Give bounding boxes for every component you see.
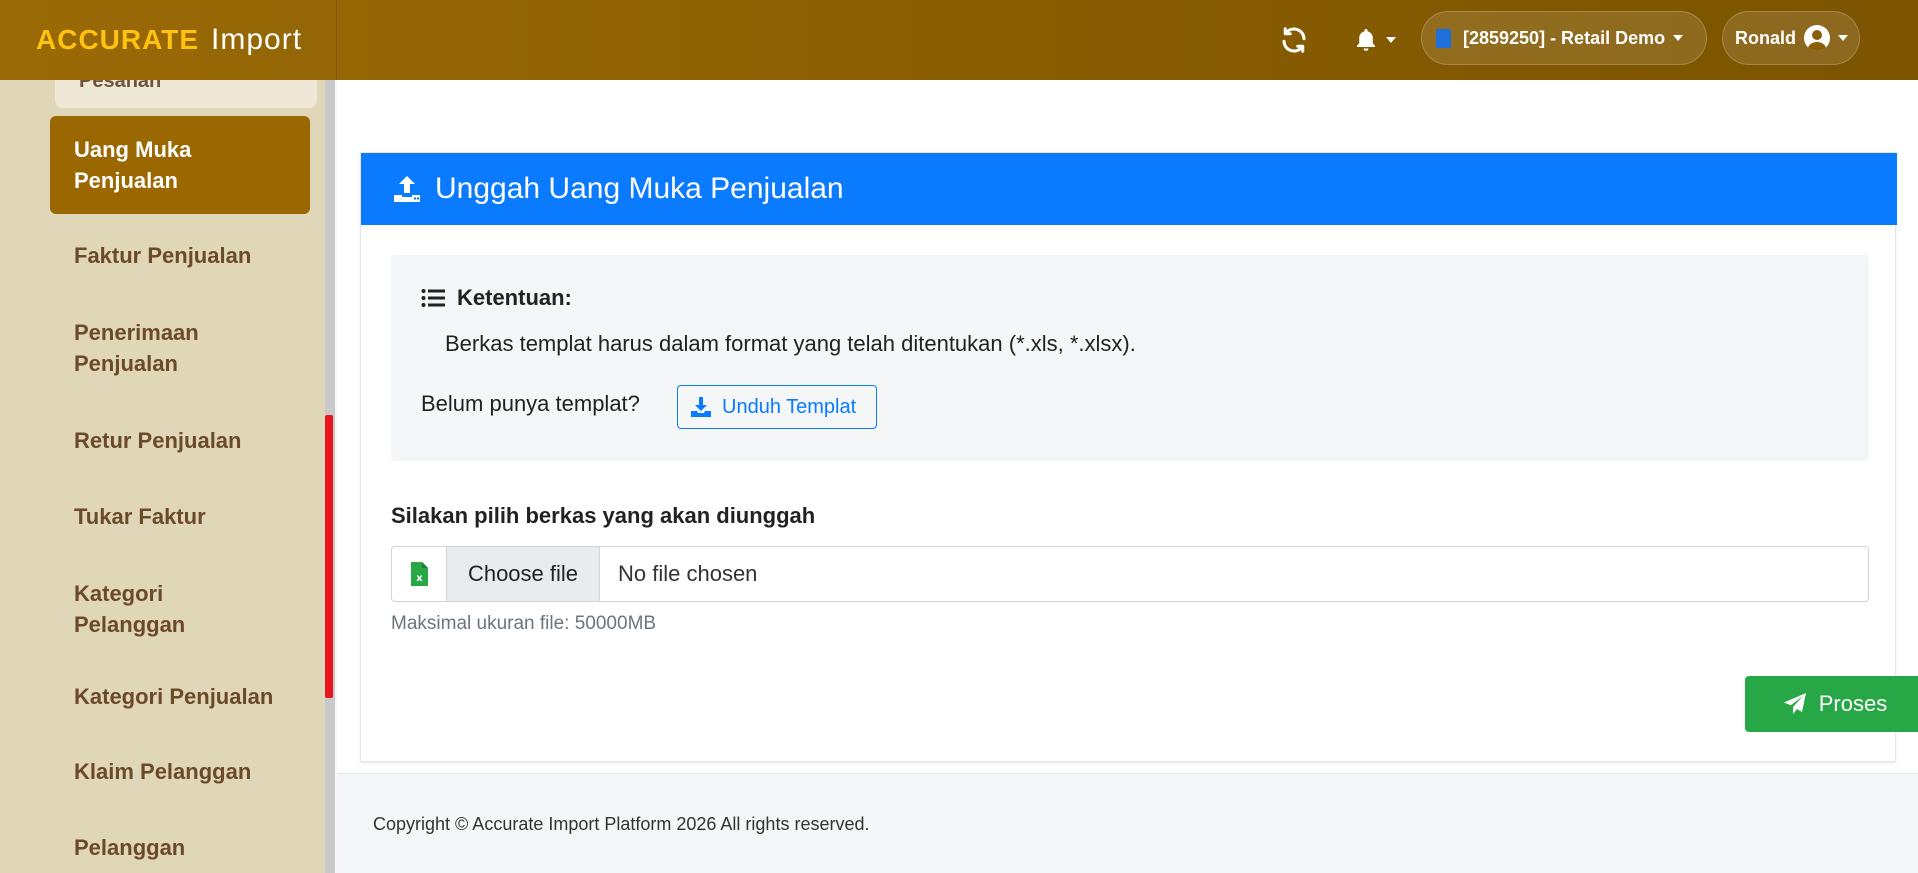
info-box: Ketentuan: Berkas templat harus dalam fo…	[391, 255, 1869, 461]
list-icon	[421, 289, 445, 307]
sidebar-item-label: Pesanan	[79, 80, 162, 92]
upload-card: Unggah Uang Muka Penjualan Ketentuan: Be…	[360, 152, 1918, 762]
copyright-text: Copyright © Accurate Import Platform 202…	[373, 814, 870, 834]
sidebar: Pesanan Uang Muka Penjualan Faktur Penju…	[0, 80, 325, 873]
chevron-down-icon	[1386, 37, 1396, 43]
top-navbar: ACCURATE Import [2859250] - Retail Demo …	[0, 0, 1918, 80]
excel-file-icon: x	[392, 547, 447, 601]
sidebar-item-pesanan[interactable]: Pesanan	[55, 80, 317, 108]
main-content: Unggah Uang Muka Penjualan Ketentuan: Be…	[337, 80, 1918, 873]
sidebar-item-pelanggan[interactable]: Pelanggan	[74, 832, 314, 863]
user-circle-icon	[1804, 25, 1830, 51]
user-menu[interactable]: Ronald	[1722, 11, 1860, 65]
file-field-label: Silakan pilih berkas yang akan diunggah	[391, 503, 816, 528]
sidebar-item-uang-muka-penjualan[interactable]: Uang Muka Penjualan	[50, 116, 310, 214]
bell-icon	[1357, 29, 1375, 51]
brand-primary: ACCURATE	[36, 24, 200, 55]
proses-button[interactable]: Proses	[1745, 676, 1918, 732]
sidebar-item-faktur-penjualan[interactable]: Faktur Penjualan	[74, 240, 314, 271]
download-template-label: Unduh Templat	[722, 395, 857, 418]
download-template-button[interactable]: Unduh Templat	[677, 385, 877, 429]
info-heading: Ketentuan:	[421, 285, 572, 311]
brand-logo[interactable]: ACCURATE Import	[0, 0, 337, 80]
sidebar-item-tukar-faktur[interactable]: Tukar Faktur	[74, 501, 314, 532]
footer: Copyright © Accurate Import Platform 202…	[337, 773, 1918, 873]
paper-plane-icon	[1783, 693, 1806, 714]
file-size-hint: Maksimal ukuran file: 50000MB	[391, 613, 657, 634]
template-question: Belum punya templat?	[421, 391, 640, 416]
sidebar-item-klaim-pelanggan[interactable]: Klaim Pelanggan	[74, 756, 314, 787]
svg-text:x: x	[416, 573, 423, 584]
card-title: Unggah Uang Muka Penjualan	[435, 172, 844, 205]
info-title: Ketentuan:	[457, 285, 572, 310]
choose-file-button[interactable]: Choose file	[447, 547, 600, 601]
info-text: Berkas templat harus dalam format yang t…	[445, 331, 1136, 356]
brand-secondary: Import	[211, 23, 303, 56]
sidebar-item-retur-penjualan[interactable]: Retur Penjualan	[74, 425, 314, 456]
sidebar-item-penerimaan-penjualan[interactable]: Penerimaan Penjualan	[74, 317, 254, 379]
refresh-icon[interactable]	[1278, 22, 1310, 58]
file-input[interactable]: x Choose file No file chosen	[391, 546, 1869, 602]
sidebar-scrollbar-thumb[interactable]	[325, 415, 333, 698]
chevron-down-icon	[1673, 35, 1684, 41]
file-status-text: No file chosen	[618, 561, 758, 586]
chevron-down-icon	[1838, 35, 1848, 41]
user-name: Ronald	[1735, 27, 1796, 48]
company-name: [2859250] - Retail Demo	[1463, 27, 1666, 48]
sidebar-item-kategori-pelanggan[interactable]: Kategori Pelanggan	[74, 578, 234, 640]
download-icon	[691, 397, 711, 417]
sidebar-item-kategori-penjualan[interactable]: Kategori Penjualan	[74, 681, 314, 712]
card-header: Unggah Uang Muka Penjualan	[361, 153, 1897, 225]
company-selector[interactable]: [2859250] - Retail Demo	[1421, 11, 1707, 65]
proses-label: Proses	[1818, 691, 1888, 716]
company-icon	[1436, 28, 1451, 48]
sidebar-item-label: Uang Muka Penjualan	[74, 137, 192, 193]
notification-dropdown[interactable]	[1350, 22, 1400, 58]
upload-icon	[394, 176, 420, 202]
